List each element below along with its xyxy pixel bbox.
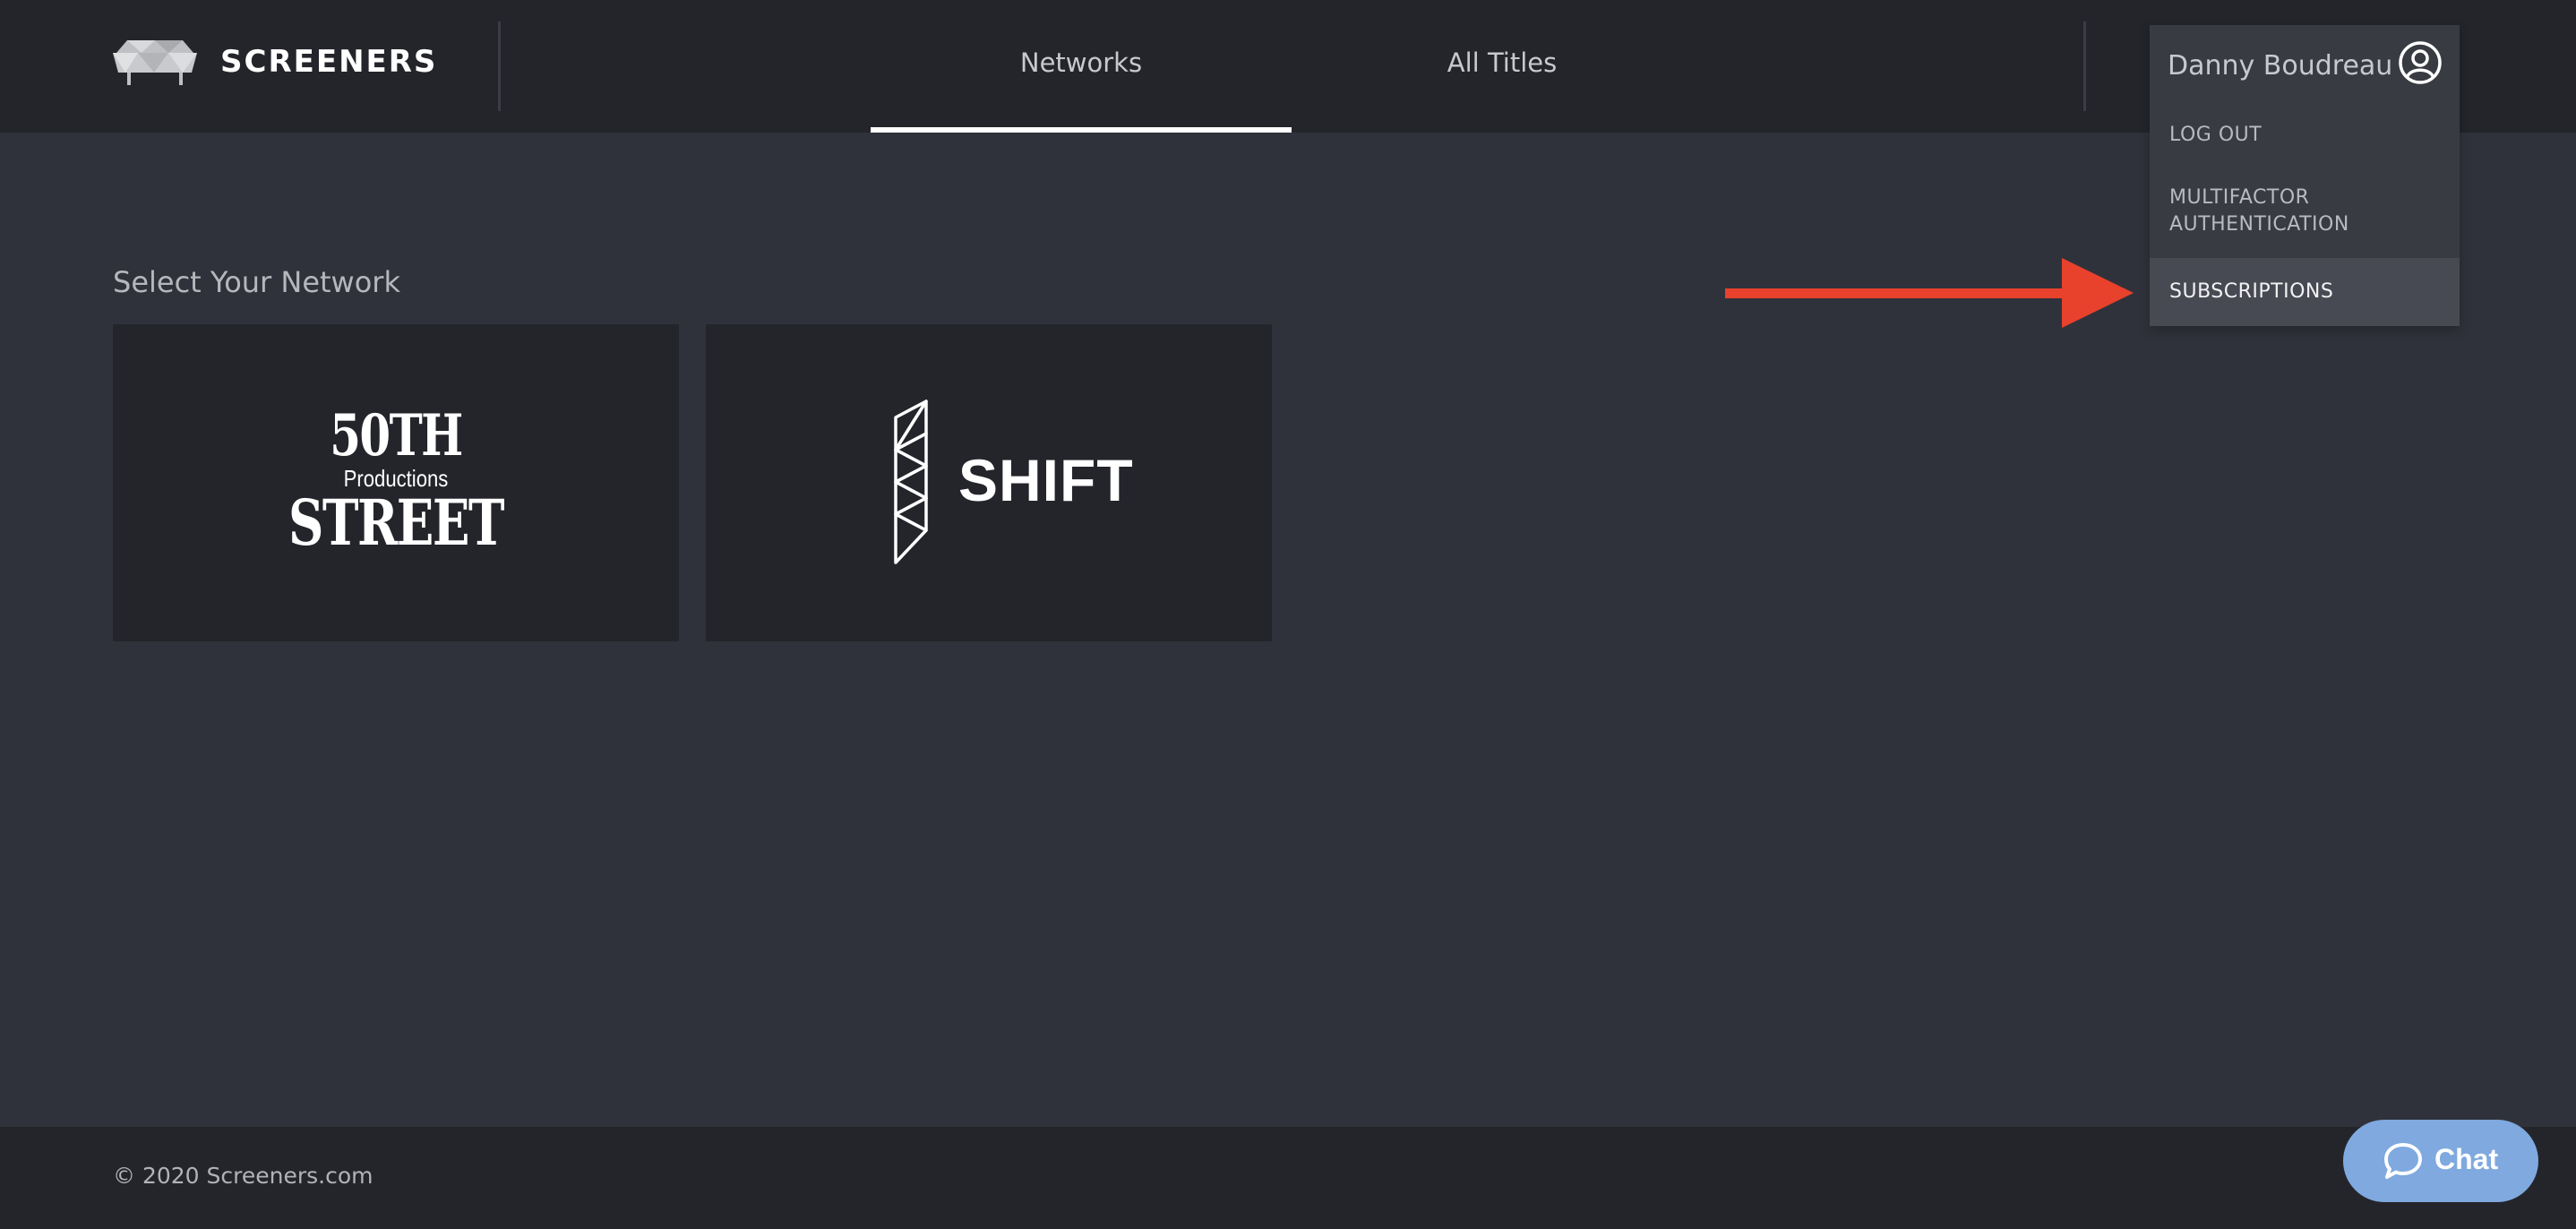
logo-line: 50TH [330, 402, 463, 469]
network-card-50th-street[interactable]: 50TH Productions STREET [113, 324, 679, 641]
menu-item-log-out[interactable]: LOG OUT [2150, 113, 2460, 158]
tab-networks-label: Networks [1019, 47, 1143, 78]
nav-divider [498, 21, 501, 111]
user-name: Danny Boudreau [2168, 50, 2393, 82]
active-tab-indicator [871, 127, 1292, 133]
shift-logo-text: SHIFT [958, 447, 1134, 513]
user-menu-toggle[interactable]: Danny Boudreau [2150, 25, 2460, 104]
chat-label: Chat [2434, 1143, 2499, 1175]
chat-bubble-icon [2384, 1143, 2422, 1179]
tab-networks[interactable]: Networks [871, 0, 1292, 133]
user-dropdown-menu: Danny Boudreau LOG OUT MULTIFACTOR AUTHE… [2150, 25, 2460, 326]
tab-all-titles[interactable]: All Titles [1381, 0, 1623, 133]
nav-divider [2083, 21, 2086, 111]
fiftieth-street-logo: 50TH Productions STREET [113, 407, 679, 555]
red-arrow [1725, 258, 2134, 328]
copyright-text: © 2020 Screeners.com [113, 1163, 374, 1189]
tab-all-titles-label: All Titles [1447, 47, 1558, 78]
chat-button[interactable]: Chat [2343, 1120, 2538, 1202]
logo-line: STREET [288, 486, 505, 560]
menu-item-subscriptions[interactable]: SUBSCRIPTIONS [2150, 258, 2460, 326]
brand-name: SCREENERS [220, 44, 438, 80]
sofa-logo-icon [113, 40, 197, 85]
network-card-shift[interactable]: SHIFT [706, 324, 1272, 641]
user-circle-icon [2399, 41, 2442, 84]
section-title: Select Your Network [113, 265, 400, 299]
menu-item-multifactor-authentication[interactable]: MULTIFACTOR AUTHENTICATION [2150, 185, 2460, 247]
brand-logo[interactable]: SCREENERS [111, 32, 437, 91]
footer: © 2020 Screeners.com [0, 1127, 2576, 1229]
